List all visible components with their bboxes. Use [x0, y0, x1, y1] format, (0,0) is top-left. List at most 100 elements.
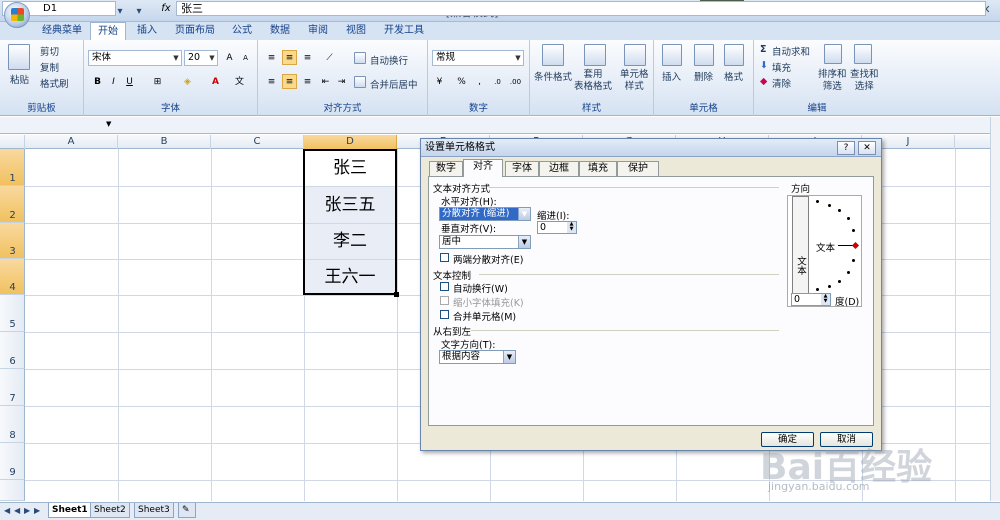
borders-icon[interactable]: ⊞: [150, 74, 165, 89]
clear-button[interactable]: 清除: [772, 76, 791, 90]
last-sheet-icon[interactable]: ▶: [34, 506, 43, 515]
row-header[interactable]: 6: [0, 332, 25, 369]
text-direction-select[interactable]: 根据内容 ▼: [439, 350, 516, 364]
align-center-icon[interactable]: ≡: [282, 74, 297, 89]
row-header[interactable]: 4: [0, 259, 25, 295]
wrap-text-button[interactable]: 自动换行: [370, 53, 408, 67]
merge-cells-checkbox[interactable]: [440, 310, 449, 319]
tab-page-layout[interactable]: 页面布局: [170, 22, 220, 40]
column-header[interactable]: A: [25, 135, 118, 149]
column-header[interactable]: C: [211, 135, 304, 149]
decrease-decimal-icon[interactable]: .00: [508, 74, 523, 89]
tab-insert[interactable]: 插入: [130, 22, 164, 40]
tab-number[interactable]: 数字: [429, 161, 463, 176]
row-header[interactable]: 2: [0, 186, 25, 223]
merge-center-button[interactable]: 合并后居中: [370, 77, 418, 91]
font-color-icon[interactable]: A: [208, 74, 223, 89]
format-table-button[interactable]: 套用 表格格式: [574, 69, 612, 93]
tab-alignment[interactable]: 对齐: [463, 159, 503, 177]
increase-decimal-icon[interactable]: .0: [490, 74, 505, 89]
vertical-scrollbar[interactable]: [990, 117, 1000, 501]
tab-developer[interactable]: 开发工具: [380, 22, 428, 40]
bold-button[interactable]: B: [90, 74, 105, 89]
orientation-handle[interactable]: [851, 241, 860, 250]
formula-input[interactable]: 张三: [176, 1, 986, 16]
orientation-icon[interactable]: ⟋: [322, 50, 337, 65]
insert-function-button[interactable]: fx: [156, 1, 176, 16]
top-align-icon[interactable]: ≡: [264, 50, 279, 65]
shrink-fit-checkbox[interactable]: [440, 296, 449, 305]
number-format-combo[interactable]: 常规 ▼: [432, 50, 524, 66]
prev-sheet-icon[interactable]: ◀: [14, 506, 23, 515]
justify-distributed-checkbox[interactable]: [440, 253, 449, 262]
dialog-close-button[interactable]: ✕: [858, 141, 876, 155]
row-header[interactable]: 7: [0, 369, 25, 406]
paste-button[interactable]: 粘贴: [10, 72, 29, 86]
row-header[interactable]: 5: [0, 295, 25, 332]
sheet-tab-sheet3[interactable]: Sheet3: [134, 503, 174, 518]
tab-protection[interactable]: 保护: [617, 161, 659, 176]
insert-cells-button[interactable]: 插入: [662, 69, 681, 83]
row-header[interactable]: 1: [0, 149, 25, 186]
align-right-icon[interactable]: ≡: [300, 74, 315, 89]
sort-filter-button[interactable]: 排序和 筛选: [818, 69, 847, 93]
copy-button[interactable]: 复制: [40, 60, 59, 74]
sheet-tab-sheet1[interactable]: Sheet1: [48, 503, 92, 518]
fill-color-icon[interactable]: ◈: [180, 74, 195, 89]
bottom-align-icon[interactable]: ≡: [300, 50, 315, 65]
comma-button[interactable]: ,: [472, 74, 487, 89]
percent-button[interactable]: %: [454, 74, 469, 89]
help-button[interactable]: ?: [837, 141, 855, 155]
italic-button[interactable]: I: [106, 74, 121, 89]
phonetic-icon[interactable]: 文: [232, 74, 247, 89]
orientation-box[interactable]: 文本 文本: [787, 195, 862, 307]
degrees-spinner[interactable]: 0 ▲ ▼: [791, 293, 831, 306]
fill-button[interactable]: 填充: [772, 60, 791, 74]
fill-handle[interactable]: [394, 292, 399, 297]
next-sheet-icon[interactable]: ▶: [24, 506, 33, 515]
name-box-dropdown-icon[interactable]: ▼: [106, 120, 111, 128]
first-sheet-icon[interactable]: ◀: [4, 506, 13, 515]
conditional-format-button[interactable]: 条件格式: [534, 69, 572, 83]
decrease-indent-icon[interactable]: ⇤: [318, 74, 333, 89]
tab-fill[interactable]: 填充: [579, 161, 617, 176]
vertical-align-select[interactable]: 居中 ▼: [439, 235, 531, 249]
autosum-button[interactable]: 自动求和: [772, 44, 810, 58]
horizontal-align-select[interactable]: 分散对齐 (缩进) ▼: [439, 207, 531, 221]
format-painter-button[interactable]: 格式刷: [40, 76, 69, 90]
row-header[interactable]: 9: [0, 443, 25, 480]
row-header[interactable]: 8: [0, 406, 25, 443]
vertical-text-button[interactable]: 文本: [792, 196, 809, 296]
increase-indent-icon[interactable]: ⇥: [334, 74, 349, 89]
insert-sheet-icon[interactable]: ✎: [178, 503, 196, 518]
row-header[interactable]: [0, 480, 25, 501]
column-header[interactable]: B: [118, 135, 211, 149]
font-size-combo[interactable]: 20 ▼: [184, 50, 218, 66]
grow-font-icon[interactable]: A: [222, 50, 237, 65]
tab-formulas[interactable]: 公式: [226, 22, 258, 40]
sheet-tab-sheet2[interactable]: Sheet2: [90, 503, 130, 518]
align-left-icon[interactable]: ≡: [264, 74, 279, 89]
row-header[interactable]: 3: [0, 223, 25, 259]
underline-button[interactable]: U: [122, 74, 137, 89]
cell-styles-button[interactable]: 单元格 样式: [620, 69, 649, 93]
cut-button[interactable]: 剪切: [40, 44, 59, 58]
wrap-text-checkbox[interactable]: [440, 282, 449, 291]
tab-home[interactable]: 开始: [90, 22, 126, 40]
tab-classic-menu[interactable]: 经典菜单: [38, 22, 86, 40]
tab-review[interactable]: 审阅: [302, 22, 334, 40]
find-select-button[interactable]: 查找和 选择: [850, 69, 879, 93]
paste-icon[interactable]: [8, 44, 30, 70]
tab-data[interactable]: 数据: [264, 22, 296, 40]
font-name-combo[interactable]: 宋体 ▼: [88, 50, 182, 66]
middle-align-icon[interactable]: ≡: [282, 50, 297, 65]
tab-font[interactable]: 字体: [505, 161, 539, 176]
select-all-corner[interactable]: [0, 135, 25, 149]
indent-spinner[interactable]: 0 ▲ ▼: [537, 221, 577, 234]
shrink-font-icon[interactable]: A: [238, 50, 253, 65]
format-cells-button[interactable]: 格式: [724, 69, 743, 83]
office-button[interactable]: [4, 2, 30, 28]
tab-view[interactable]: 视图: [340, 22, 372, 40]
delete-cells-button[interactable]: 删除: [694, 69, 713, 83]
currency-icon[interactable]: ¥: [432, 74, 447, 89]
